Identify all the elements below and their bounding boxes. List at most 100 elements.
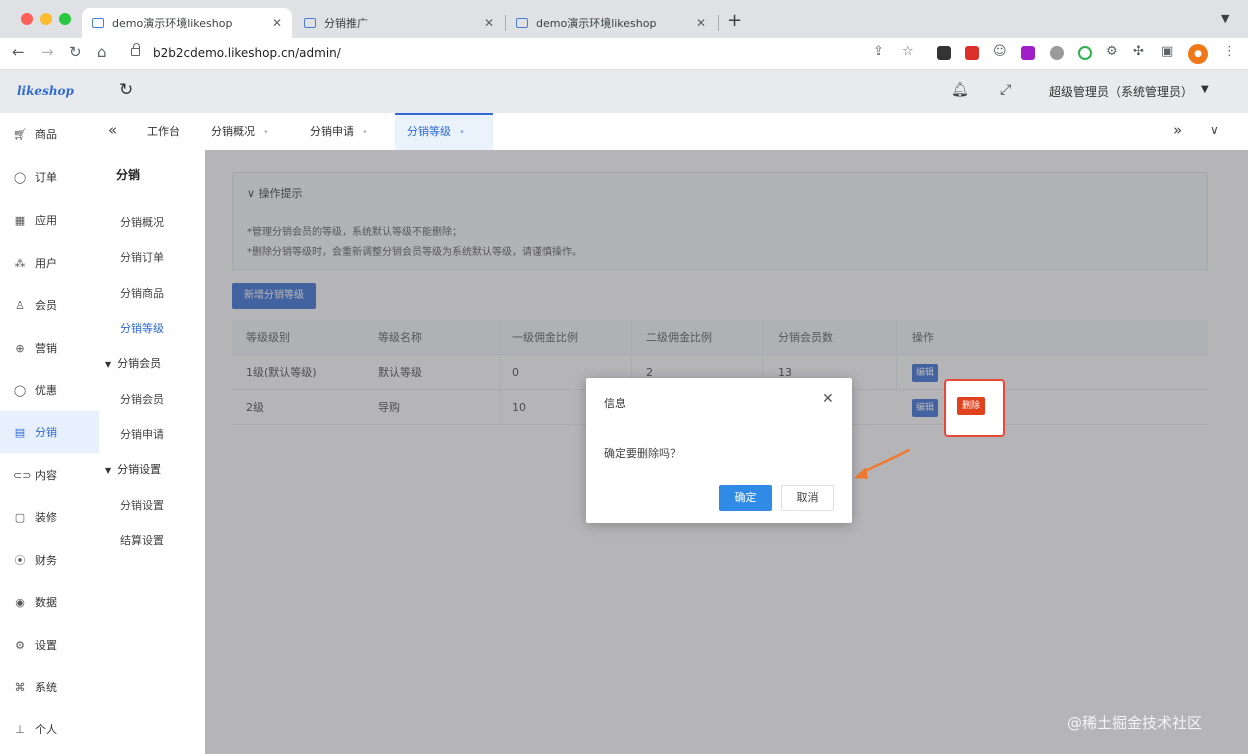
nav-label: 个人 bbox=[35, 723, 57, 736]
subnav-group-label: 分销会员 bbox=[117, 357, 162, 370]
nav-item-content[interactable]: ⊂⊃ 内容 bbox=[0, 454, 99, 496]
nav-item-coupons[interactable]: ◯ 优惠 bbox=[0, 369, 99, 411]
extension-icon[interactable] bbox=[965, 46, 979, 60]
nav-item-apps[interactable]: ▦ 应用 bbox=[0, 199, 99, 241]
nav-item-users[interactable]: ⁂ 用户 bbox=[0, 242, 99, 284]
subnav-item-applications[interactable]: 分销申请 bbox=[120, 426, 164, 442]
zoom-window-button[interactable] bbox=[59, 13, 71, 25]
tab-label: 工作台 bbox=[147, 125, 180, 138]
brand-logo: likeshop bbox=[17, 84, 74, 98]
extension-icon[interactable] bbox=[1078, 46, 1092, 60]
content-icon: ⊂⊃ bbox=[13, 468, 32, 482]
nav-item-marketing[interactable]: ⊕ 营销 bbox=[0, 327, 99, 369]
nav-item-finance[interactable]: ⦿ 财务 bbox=[0, 539, 99, 581]
app-icon: ▦ bbox=[14, 213, 26, 227]
double-chevron-right-icon[interactable]: » bbox=[1173, 121, 1182, 139]
tab-label: 分销等级 bbox=[407, 125, 451, 138]
subnav-group-label: 分销设置 bbox=[117, 463, 162, 476]
share-icon[interactable]: ⇪ bbox=[873, 44, 884, 59]
confirm-button[interactable]: 确定 bbox=[719, 485, 772, 511]
user-menu[interactable]: 超级管理员（系统管理员） bbox=[1049, 83, 1193, 100]
distribution-icon: ▤ bbox=[14, 425, 26, 439]
subnav-item-goods[interactable]: 分销商品 bbox=[120, 285, 164, 301]
fullscreen-icon[interactable]: ⤢ bbox=[1000, 82, 1011, 98]
nav-label: 系统 bbox=[35, 681, 57, 694]
tab-levels[interactable]: 分销等级 • bbox=[395, 113, 493, 150]
extension-icon[interactable]: ☺ bbox=[993, 44, 1007, 59]
subnav-item-distribution-settings[interactable]: 分销设置 bbox=[120, 497, 164, 513]
close-icon[interactable]: ✕ bbox=[822, 391, 834, 407]
tab-overview[interactable]: 分销概况 • bbox=[199, 113, 281, 150]
delete-button[interactable]: 删除 bbox=[957, 397, 986, 415]
puzzle-icon[interactable]: ✣ bbox=[1133, 44, 1144, 59]
person-icon: ⊥ bbox=[15, 722, 25, 736]
close-icon[interactable]: • bbox=[459, 127, 465, 138]
nav-item-data[interactable]: ◉ 数据 bbox=[0, 581, 99, 623]
extension-icon[interactable] bbox=[1050, 46, 1064, 60]
nav-label: 用户 bbox=[35, 257, 57, 270]
more-vertical-icon[interactable]: ⋮ bbox=[1223, 44, 1236, 59]
browser-tab-title: demo演示环境likeshop bbox=[112, 17, 233, 30]
subnav-group-settings[interactable]: ▼ 分销设置 bbox=[105, 461, 161, 477]
close-icon[interactable]: ✕ bbox=[696, 16, 706, 30]
nav-label: 财务 bbox=[35, 554, 57, 567]
browser-tab-title: 分销推广 bbox=[324, 17, 368, 30]
home-icon[interactable]: ⌂ bbox=[97, 43, 107, 61]
main-sidebar: 🛒︎ 商品 ◯ 订单 ▦ 应用 ⁂ 用户 ♙ 会员 ⊕ 营销 ◯ 优惠 ▤ 分销 ⊂⊃ 内容 ▢ 装… bbox=[0, 113, 99, 754]
subnav-item-members[interactable]: 分销会员 bbox=[120, 391, 164, 407]
nav-item-orders[interactable]: ◯ 订单 bbox=[0, 156, 99, 198]
caret-down-icon[interactable]: ▼ bbox=[1201, 84, 1209, 95]
double-chevron-left-icon[interactable]: « bbox=[108, 121, 117, 139]
chevron-down-icon[interactable]: ∨ bbox=[1210, 123, 1219, 137]
cart-icon: 🛒︎ bbox=[13, 127, 27, 141]
back-arrow-icon[interactable]: ← bbox=[12, 43, 25, 61]
avatar[interactable]: ● bbox=[1188, 44, 1208, 64]
user-icon: ⁂ bbox=[14, 256, 26, 270]
nav-item-personal[interactable]: ⊥ 个人 bbox=[0, 708, 99, 750]
browser-tab-3[interactable]: demo演示环境likeshop ✕ bbox=[506, 8, 716, 38]
finance-icon: ⦿ bbox=[14, 554, 26, 567]
nav-item-goods[interactable]: 🛒︎ 商品 bbox=[0, 113, 99, 155]
subnav-item-orders[interactable]: 分销订单 bbox=[120, 249, 164, 265]
nav-label: 订单 bbox=[35, 171, 57, 184]
chevron-down-icon[interactable]: ▼ bbox=[1221, 12, 1229, 25]
reload-icon[interactable]: ↻ bbox=[69, 43, 82, 61]
cancel-button[interactable]: 取消 bbox=[781, 485, 834, 511]
subnav-heading: 分销 bbox=[116, 168, 141, 182]
subnav-item-overview[interactable]: 分销概况 bbox=[120, 214, 164, 230]
new-tab-icon[interactable]: + bbox=[727, 10, 742, 31]
close-window-button[interactable] bbox=[21, 13, 33, 25]
subnav-item-levels[interactable]: 分销等级 bbox=[120, 320, 164, 336]
address-bar[interactable]: b2b2cdemo.likeshop.cn/admin/ bbox=[153, 46, 341, 60]
dialog-title: 信息 bbox=[604, 397, 626, 410]
page-tab-bar: « 工作台 分销概况 • 分销申请 • 分销等级 • » ∨ bbox=[99, 113, 1248, 150]
nav-label: 分销 bbox=[35, 426, 57, 439]
subnav-group-members[interactable]: ▼ 分销会员 bbox=[105, 355, 161, 371]
extension-icon[interactable]: ⚙ bbox=[1106, 44, 1118, 59]
subnav-item-settlement-settings[interactable]: 结算设置 bbox=[120, 532, 164, 548]
nav-item-decoration[interactable]: ▢ 装修 bbox=[0, 496, 99, 538]
nav-item-settings[interactable]: ⚙ 设置 bbox=[0, 624, 99, 666]
bell-icon[interactable]: 🔔︎ bbox=[951, 82, 969, 98]
extension-icon[interactable] bbox=[937, 46, 951, 60]
extension-icon[interactable] bbox=[1021, 46, 1035, 60]
browser-tab-2[interactable]: 分销推广 ✕ bbox=[294, 8, 504, 38]
forward-arrow-icon[interactable]: → bbox=[41, 43, 54, 61]
close-icon[interactable]: ✕ bbox=[484, 16, 494, 30]
bookmark-star-icon[interactable]: ☆ bbox=[902, 44, 914, 59]
close-icon[interactable]: • bbox=[263, 127, 269, 138]
nav-label: 应用 bbox=[35, 214, 57, 227]
nav-item-distribution[interactable]: ▤ 分销 bbox=[0, 411, 99, 453]
tab-applications[interactable]: 分销申请 • bbox=[298, 113, 380, 150]
refresh-icon[interactable]: ↻ bbox=[119, 80, 133, 100]
sidebar-icon[interactable]: ▣ bbox=[1161, 44, 1173, 59]
close-icon[interactable]: ✕ bbox=[272, 16, 282, 30]
nav-item-system[interactable]: ⌘ 系统 bbox=[0, 666, 99, 708]
favicon-icon bbox=[92, 18, 104, 28]
nav-item-members[interactable]: ♙ 会员 bbox=[0, 284, 99, 326]
close-icon[interactable]: • bbox=[362, 127, 368, 138]
minimize-window-button[interactable] bbox=[40, 13, 52, 25]
nav-label: 装修 bbox=[35, 511, 57, 524]
browser-tab-1[interactable]: demo演示环境likeshop ✕ bbox=[82, 8, 292, 38]
tab-workbench[interactable]: 工作台 bbox=[135, 113, 192, 150]
